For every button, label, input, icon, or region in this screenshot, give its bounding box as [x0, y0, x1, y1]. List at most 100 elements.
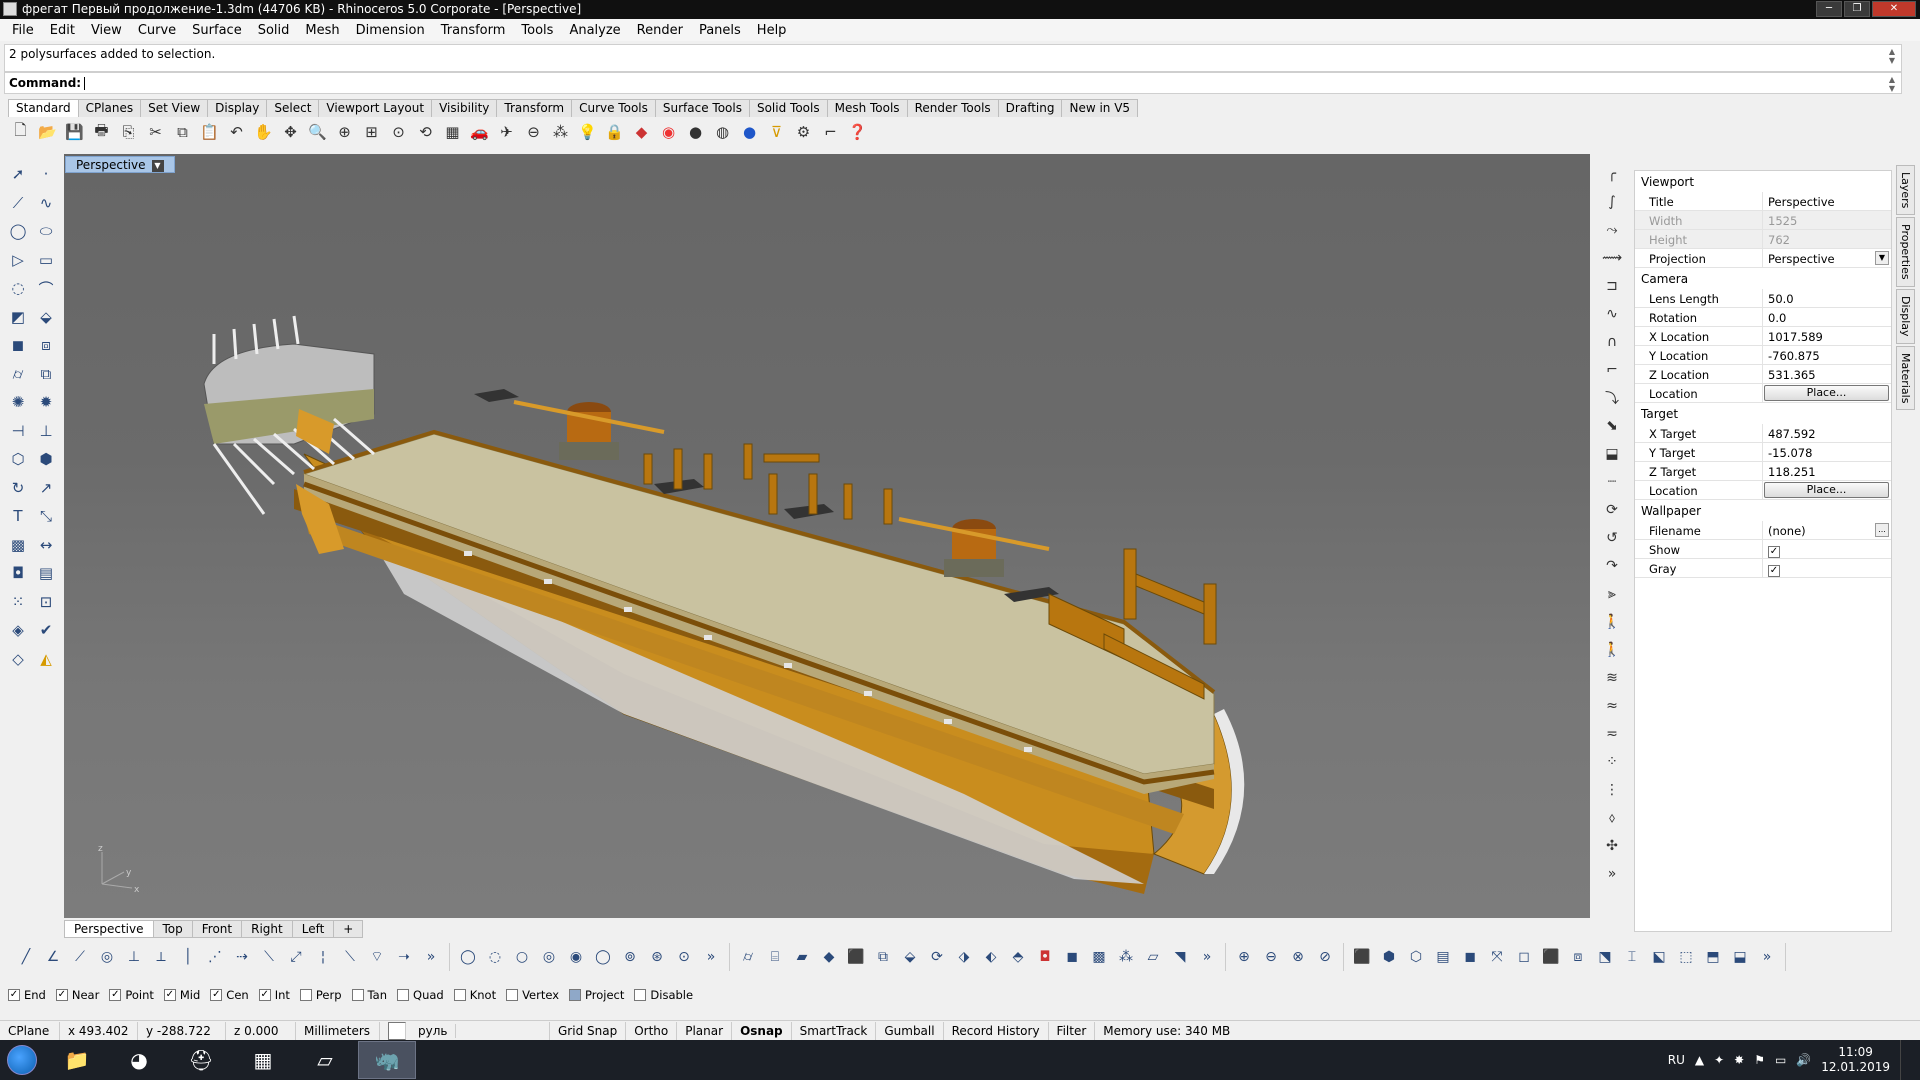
- show-desktop-button[interactable]: [1900, 1040, 1910, 1080]
- array-icon[interactable]: ▩: [4, 531, 32, 560]
- gray-checkbox[interactable]: ✓: [1768, 565, 1780, 577]
- status-cplane[interactable]: CPlane: [0, 1021, 60, 1040]
- line-net-icon[interactable]: ⋰: [203, 945, 227, 969]
- save-icon[interactable]: 💾: [62, 120, 87, 145]
- menu-dimension[interactable]: Dimension: [348, 23, 433, 38]
- line-diag-icon[interactable]: ⟍: [338, 945, 362, 969]
- gumball-icon[interactable]: ✣: [1606, 832, 1618, 860]
- menu-analyze[interactable]: Analyze: [561, 23, 628, 38]
- arc-icon[interactable]: ◌: [4, 274, 32, 303]
- dimension-tool-icon[interactable]: ↔: [32, 531, 60, 560]
- display-icon[interactable]: ▭: [1775, 1053, 1786, 1067]
- rebuild-icon[interactable]: ⟿: [1602, 244, 1622, 272]
- menu-render[interactable]: Render: [629, 23, 691, 38]
- more1-icon[interactable]: »: [419, 945, 443, 969]
- circle-tan-icon[interactable]: ◎: [537, 945, 561, 969]
- menu-mesh[interactable]: Mesh: [297, 23, 347, 38]
- lock-icon[interactable]: 🔒: [602, 120, 627, 145]
- ellipse-icon[interactable]: ⬭: [32, 217, 60, 246]
- line-vertical2-icon[interactable]: ¦: [311, 945, 335, 969]
- lens-field[interactable]: 50.0: [1763, 289, 1891, 307]
- tab-standard[interactable]: Standard: [8, 99, 79, 117]
- osnap-cen-checkbox[interactable]: ✓: [210, 989, 223, 1001]
- rotate-icon[interactable]: ↻: [4, 474, 32, 503]
- zoom-extents-icon[interactable]: ⊞: [359, 120, 384, 145]
- circle-icon[interactable]: ◯: [4, 217, 32, 246]
- arch-icon[interactable]: ∩: [1607, 328, 1617, 356]
- camera-place-button[interactable]: Place...: [1764, 385, 1889, 401]
- tangent-circle-icon[interactable]: ◎: [95, 945, 119, 969]
- paste-icon[interactable]: 📋: [197, 120, 222, 145]
- history-scroll-icon[interactable]: ▲ ▼: [1889, 47, 1895, 65]
- avast-icon[interactable]: ✸: [1734, 1053, 1744, 1067]
- tab-display-panel[interactable]: Display: [1896, 289, 1915, 344]
- boolean-icon[interactable]: ⧈: [32, 331, 60, 360]
- offset-icon[interactable]: ⤳: [1606, 216, 1617, 244]
- status-record-history[interactable]: Record History: [944, 1021, 1049, 1040]
- osnap-end[interactable]: ✓ End: [8, 988, 46, 1002]
- extend-icon[interactable]: ⊐: [1606, 272, 1618, 300]
- tab-top[interactable]: Top: [152, 920, 193, 938]
- command-scroll-icon[interactable]: ▲ ▼: [1889, 75, 1895, 93]
- blend-icon[interactable]: ∫: [1608, 188, 1615, 216]
- match-icon[interactable]: ∿: [1606, 300, 1618, 328]
- status-filter[interactable]: Filter: [1049, 1021, 1096, 1040]
- more2-icon[interactable]: »: [699, 945, 723, 969]
- tray-expand-icon[interactable]: ▲: [1695, 1053, 1704, 1067]
- edit-points-icon[interactable]: ⋮: [1605, 776, 1619, 804]
- trim-icon[interactable]: ⊣: [4, 417, 32, 446]
- tilt-icon[interactable]: ✈: [494, 120, 519, 145]
- pointcloud-icon[interactable]: ⁂: [1114, 945, 1138, 969]
- curve-icon[interactable]: ∿: [32, 189, 60, 218]
- circle-fit-icon[interactable]: ◉: [564, 945, 588, 969]
- circle-tan2-icon[interactable]: ⊛: [645, 945, 669, 969]
- options-icon[interactable]: ⚙: [791, 120, 816, 145]
- menu-edit[interactable]: Edit: [42, 23, 83, 38]
- pull-icon[interactable]: ⬊: [1606, 412, 1618, 440]
- surf-box-icon[interactable]: ⬛: [844, 945, 868, 969]
- loft-icon[interactable]: ⬙: [898, 945, 922, 969]
- osnap-int[interactable]: ✓ Int: [258, 988, 290, 1002]
- heightfield-icon[interactable]: ◥: [1168, 945, 1192, 969]
- join-icon[interactable]: ⬢: [32, 445, 60, 474]
- chrome-taskbar-icon[interactable]: ◕: [110, 1041, 168, 1079]
- line-through-icon[interactable]: ⤢: [284, 945, 308, 969]
- pan-icon[interactable]: ✋: [251, 120, 276, 145]
- menu-file[interactable]: File: [4, 23, 42, 38]
- tab-properties[interactable]: Properties: [1896, 217, 1915, 287]
- cut-icon[interactable]: ✂: [143, 120, 168, 145]
- zoom-window-icon[interactable]: ⊕: [332, 120, 357, 145]
- sweep2-icon[interactable]: ⬘: [1006, 945, 1030, 969]
- calculator-taskbar-icon[interactable]: ▦: [234, 1041, 292, 1079]
- split-icon[interactable]: ⊥: [32, 417, 60, 446]
- arrow-icon[interactable]: ➝: [392, 945, 416, 969]
- menu-solid[interactable]: Solid: [250, 23, 298, 38]
- shell-icon[interactable]: ⬒: [1701, 945, 1725, 969]
- clock[interactable]: 11:09 12.01.2019: [1821, 1045, 1890, 1075]
- tab-left[interactable]: Left: [291, 920, 335, 938]
- tab-front[interactable]: Front: [191, 920, 243, 938]
- target-place-button[interactable]: Place...: [1764, 482, 1889, 498]
- box-3pt-icon[interactable]: ⬡: [1404, 945, 1428, 969]
- move-view-icon[interactable]: ✥: [278, 120, 303, 145]
- normal-line-icon[interactable]: ⟂: [149, 945, 173, 969]
- array-grid-icon[interactable]: ⁙: [4, 588, 32, 617]
- grid-icon[interactable]: ▤: [32, 559, 60, 588]
- tab-right[interactable]: Right: [241, 920, 293, 938]
- viewport-layout-icon[interactable]: ▦: [440, 120, 465, 145]
- more3-icon[interactable]: »: [1195, 945, 1219, 969]
- bend-icon[interactable]: ↷: [1606, 552, 1618, 580]
- menu-tools[interactable]: Tools: [513, 23, 561, 38]
- explorer-taskbar-icon[interactable]: 📁: [48, 1041, 106, 1079]
- more4-icon[interactable]: »: [1755, 945, 1779, 969]
- x-location-field[interactable]: 1017.589: [1763, 327, 1891, 345]
- y-target-field[interactable]: -15.078: [1763, 443, 1891, 461]
- polyline-icon[interactable]: ⟋: [4, 189, 32, 218]
- maximize-button[interactable]: ❐: [1844, 1, 1870, 17]
- osnap-point-checkbox[interactable]: ✓: [109, 989, 122, 1001]
- pipe-icon[interactable]: ⌶: [1620, 945, 1644, 969]
- new-file-icon[interactable]: 🗋: [8, 120, 33, 145]
- copy-icon[interactable]: ⧉: [170, 120, 195, 145]
- slab-icon[interactable]: ▤: [1431, 945, 1455, 969]
- point-icon[interactable]: ·: [32, 160, 60, 189]
